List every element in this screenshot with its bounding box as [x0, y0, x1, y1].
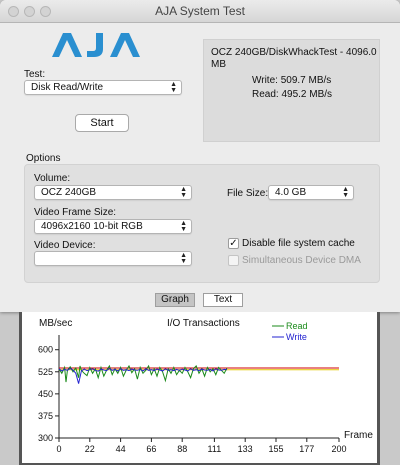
- disable-cache-checkbox[interactable]: ✓: [228, 238, 239, 249]
- read-speed: Read: 495.2 MB/s: [252, 89, 333, 100]
- volume-select-value: OCZ 240GB: [41, 187, 97, 198]
- write-speed: Write: 509.7 MB/s: [252, 75, 332, 86]
- results-panel: OCZ 240GB/DiskWhackTest - 4096.0 MB Writ…: [203, 39, 380, 142]
- y-tick-label: 375: [38, 411, 53, 421]
- x-tick-label: 111: [208, 444, 222, 454]
- window-title: AJA System Test: [155, 4, 245, 18]
- legend-label-write: Write: [286, 332, 307, 342]
- chevron-up-down-icon: ▲ ▼: [170, 81, 177, 94]
- disable-cache-label: Disable file system cache: [242, 238, 355, 249]
- x-tick-label: 88: [177, 444, 187, 454]
- io-transactions-chart: I/O Transactions MB/sec Frame 300 375 450 525 6…: [38, 318, 373, 454]
- frame-size-select-value: 4096x2160 10-bit RGB: [41, 221, 143, 232]
- checkmark-icon: ✓: [229, 238, 238, 249]
- y-tick-label: 525: [38, 367, 53, 377]
- x-tick-label: 22: [85, 444, 95, 454]
- test-select-value: Disk Read/Write: [31, 82, 104, 93]
- start-button[interactable]: Start: [75, 114, 129, 132]
- video-device-select[interactable]: ▲ ▼: [34, 251, 192, 266]
- x-tick-label: 200: [331, 444, 346, 454]
- test-select[interactable]: Disk Read/Write ▲ ▼: [24, 80, 182, 95]
- device-line-2: MB: [211, 59, 226, 70]
- x-axis-label: Frame: [344, 430, 373, 441]
- chevron-up-down-icon: ▲ ▼: [180, 186, 187, 199]
- x-tick-label: 177: [299, 444, 314, 454]
- frame-size-select[interactable]: 4096x2160 10-bit RGB ▲ ▼: [34, 219, 192, 234]
- device-line: OCZ 240GB/DiskWhackTest - 4096.0: [211, 47, 377, 58]
- y-axis-label: MB/sec: [39, 318, 72, 329]
- x-tick-label: 66: [146, 444, 156, 454]
- y-tick-label: 300: [38, 433, 53, 443]
- graph-panel: I/O Transactions MB/sec Frame 300 375 450 525 6…: [19, 312, 380, 465]
- x-tick-label: 44: [116, 444, 126, 454]
- chevron-up-down-icon: ▲ ▼: [180, 220, 187, 233]
- x-tick-label: 155: [268, 444, 283, 454]
- file-size-label: File Size:: [227, 188, 269, 199]
- tab-text[interactable]: Text: [203, 293, 243, 307]
- chart-title: I/O Transactions: [167, 318, 240, 329]
- legend-label-read: Read: [286, 321, 308, 331]
- y-tick-label: 450: [38, 389, 53, 399]
- tab-graph[interactable]: Graph: [155, 293, 195, 307]
- x-tick-label: 133: [238, 444, 253, 454]
- chevron-up-down-icon: ▲ ▼: [180, 252, 187, 265]
- series-line-write: [58, 367, 228, 384]
- file-size-select[interactable]: 4.0 GB ▲ ▼: [268, 185, 354, 200]
- simultaneous-dma-checkbox[interactable]: [228, 255, 239, 266]
- simultaneous-dma-label: Simultaneous Device DMA: [242, 255, 361, 266]
- file-size-select-value: 4.0 GB: [275, 187, 307, 198]
- volume-select[interactable]: OCZ 240GB ▲ ▼: [34, 185, 192, 200]
- chevron-up-down-icon: ▲ ▼: [342, 186, 349, 199]
- video-device-label: Video Device:: [34, 240, 96, 251]
- volume-label: Volume:: [34, 173, 71, 184]
- aja-logo: [52, 33, 140, 57]
- x-tick-label: 0: [56, 444, 61, 454]
- frame-size-label: Video Frame Size:: [34, 207, 117, 218]
- title-bar: AJA System Test: [0, 0, 400, 23]
- y-tick-label: 600: [38, 345, 53, 355]
- main-window: AJA System Test Test: Disk Read/Write ▲ ▼…: [0, 0, 400, 312]
- options-heading: Options: [26, 153, 61, 164]
- test-label: Test:: [24, 69, 46, 80]
